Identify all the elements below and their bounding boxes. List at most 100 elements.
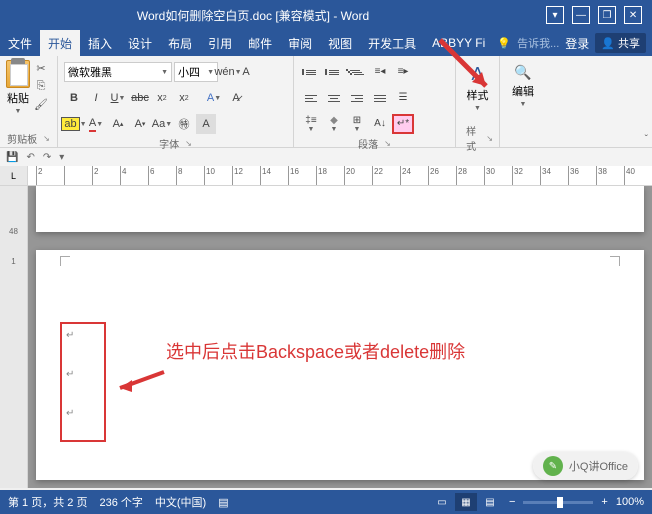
save-icon[interactable]: 💾: [6, 152, 18, 163]
paragraph-mark-icon: ↵: [62, 324, 104, 347]
web-layout-icon[interactable]: ▤: [479, 493, 501, 511]
status-words[interactable]: 236 个字: [99, 494, 142, 510]
tell-me-input[interactable]: 告诉我...: [517, 35, 559, 51]
close-icon[interactable]: ✕: [624, 6, 642, 24]
zoom-in-icon[interactable]: +: [601, 496, 607, 508]
tab-review[interactable]: 审阅: [280, 30, 320, 56]
italic-button[interactable]: I: [86, 88, 106, 108]
print-layout-icon[interactable]: ▦: [455, 493, 477, 511]
macro-icon[interactable]: ▤: [218, 496, 228, 509]
paste-button[interactable]: 粘贴 ▼: [6, 60, 30, 131]
tab-file[interactable]: 文件: [0, 30, 40, 56]
paragraph-mark-icon: ↵: [62, 363, 104, 386]
numbering-button[interactable]: [323, 62, 345, 82]
font-label: 字体: [159, 136, 179, 151]
superscript-button[interactable]: x2: [174, 88, 194, 108]
editing-button[interactable]: 🔍 编辑 ▼: [512, 60, 534, 131]
zoom-level[interactable]: 100%: [616, 496, 644, 508]
status-language[interactable]: 中文(中国): [155, 494, 206, 510]
share-icon: 👤: [601, 37, 615, 50]
horizontal-ruler[interactable]: 2246810121416182022242628303234363840: [28, 166, 652, 185]
tab-insert[interactable]: 插入: [80, 30, 120, 56]
tab-selector[interactable]: L: [0, 166, 28, 185]
minimize-icon[interactable]: —: [572, 6, 590, 24]
styles-button[interactable]: A 样式 ▼: [467, 60, 489, 131]
page-2[interactable]: ↵ ↵ ↵ 选中后点击Backspace或者delete删除: [36, 250, 644, 480]
bullets-button[interactable]: [300, 62, 322, 82]
align-left-button[interactable]: [300, 88, 322, 108]
align-center-button[interactable]: [323, 88, 345, 108]
align-right-button[interactable]: [346, 88, 368, 108]
cut-icon[interactable]: ✂: [33, 62, 49, 76]
window-title: Word如何删除空白页.doc [兼容模式] - Word: [137, 7, 409, 24]
tab-mailings[interactable]: 邮件: [240, 30, 280, 56]
clipboard-label: 剪贴板: [7, 131, 37, 146]
change-case-button[interactable]: Aa▼: [152, 114, 172, 134]
document-canvas[interactable]: ↵ ↵ ↵ 选中后点击Backspace或者delete删除: [28, 186, 652, 488]
copy-icon[interactable]: ⎘: [33, 80, 49, 94]
lightbulb-icon: 💡: [497, 37, 511, 50]
font-name-select[interactable]: 微软雅黑▼: [64, 62, 172, 82]
bold-button[interactable]: B: [64, 88, 84, 108]
increase-indent-button[interactable]: ≡▸: [392, 62, 414, 82]
paragraph-label: 段落: [358, 136, 378, 151]
share-button[interactable]: 👤共享: [595, 33, 646, 53]
qat-more-icon[interactable]: ▾: [59, 152, 64, 163]
margin-mark-icon: [60, 256, 70, 266]
font-launcher-icon[interactable]: ↘: [185, 139, 192, 148]
restore-icon[interactable]: ❐: [598, 6, 616, 24]
decrease-indent-button[interactable]: ≡◂: [369, 62, 391, 82]
tab-references[interactable]: 引用: [200, 30, 240, 56]
redo-icon[interactable]: ↷: [43, 152, 51, 163]
styles-launcher-icon[interactable]: ↘: [486, 134, 493, 143]
tab-design[interactable]: 设计: [120, 30, 160, 56]
format-painter-icon[interactable]: 🖌: [33, 98, 49, 112]
tab-layout[interactable]: 布局: [160, 30, 200, 56]
zoom-out-icon[interactable]: −: [509, 496, 515, 508]
selection-highlight: ↵ ↵ ↵: [60, 322, 106, 442]
paragraph-mark-icon: ↵: [62, 402, 104, 425]
tab-home[interactable]: 开始: [40, 30, 80, 56]
undo-icon[interactable]: ↶: [26, 152, 34, 163]
paragraph-launcher-icon[interactable]: ↘: [384, 139, 391, 148]
multilevel-button[interactable]: [346, 62, 368, 82]
line-spacing-button[interactable]: ‡≡▼: [300, 114, 322, 134]
tab-view[interactable]: 视图: [320, 30, 360, 56]
clear-format-icon[interactable]: A̷: [226, 88, 246, 108]
tutorial-arrow-icon: [112, 368, 168, 394]
tab-developer[interactable]: 开发工具: [360, 30, 424, 56]
shading-button[interactable]: ◆▼: [323, 114, 345, 134]
ribbon-options-icon[interactable]: ▾: [546, 6, 564, 24]
text-effects-icon[interactable]: A▼: [204, 88, 224, 108]
status-page[interactable]: 第 1 页，共 2 页: [8, 494, 87, 510]
distribute-button[interactable]: ☰: [392, 88, 414, 108]
collapse-ribbon-icon[interactable]: ˇ: [645, 134, 648, 145]
underline-button[interactable]: U▼: [108, 88, 128, 108]
signin-link[interactable]: 登录: [565, 35, 589, 52]
zoom-slider[interactable]: [523, 501, 593, 504]
enclose-char-icon[interactable]: ㊕: [174, 114, 194, 134]
show-hide-marks-button[interactable]: ↵*: [392, 114, 414, 134]
shrink-font-button[interactable]: A▾: [130, 114, 150, 134]
tab-abbyy[interactable]: ABBYY Fi: [424, 30, 493, 56]
tutorial-text: 选中后点击Backspace或者delete删除: [166, 338, 465, 364]
styles-label: 样式: [462, 123, 480, 153]
find-icon: 🔍: [514, 64, 531, 81]
sort-button[interactable]: A↓: [369, 114, 391, 134]
subscript-button[interactable]: x2: [152, 88, 172, 108]
strikethrough-button[interactable]: abc: [130, 88, 150, 108]
char-border-icon[interactable]: A: [238, 62, 254, 82]
clipboard-launcher-icon[interactable]: ↘: [43, 134, 50, 143]
read-mode-icon[interactable]: ▭: [431, 493, 453, 511]
font-size-select[interactable]: 小四▼: [174, 62, 218, 82]
char-shading-icon[interactable]: A: [196, 114, 216, 134]
justify-button[interactable]: [369, 88, 391, 108]
grow-font-button[interactable]: A▴: [108, 114, 128, 134]
margin-mark-icon: [610, 256, 620, 266]
vertical-ruler[interactable]: 481: [0, 186, 28, 488]
phonetic-guide-icon[interactable]: wén▼: [220, 62, 236, 82]
font-color-button[interactable]: A▼: [86, 114, 106, 134]
page-1[interactable]: [36, 186, 644, 232]
borders-button[interactable]: ⊞▼: [346, 114, 368, 134]
highlight-button[interactable]: ab▼: [64, 114, 84, 134]
